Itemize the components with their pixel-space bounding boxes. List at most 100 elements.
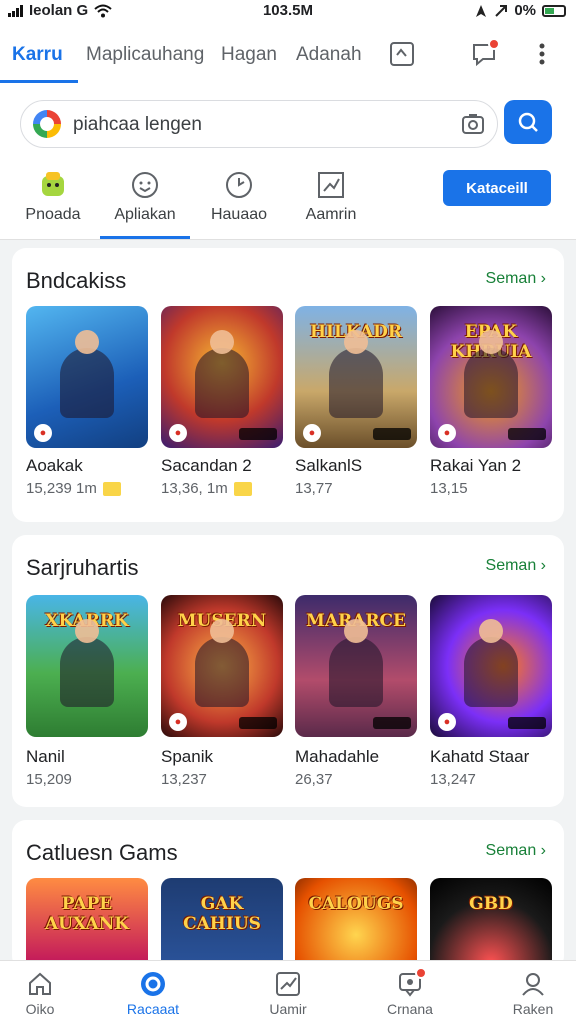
clock-icon [224, 170, 254, 200]
app-meta: 13,237 [161, 771, 207, 788]
app-tile[interactable]: CALOUGS [295, 878, 417, 970]
notification-dot [415, 967, 427, 979]
tile-artwork [464, 619, 518, 707]
tile-artwork [60, 619, 114, 707]
rating-badge-icon: ● [303, 424, 321, 442]
app-meta: 15,239 1m [26, 480, 121, 497]
rating-badge-icon: ● [438, 713, 456, 731]
location-icon [476, 4, 487, 17]
app-tile[interactable]: PAPE AUXANK [26, 878, 148, 970]
section-card: Sarjruhartis Seman › XKARRK MUSERN● MARA… [12, 535, 564, 807]
battery-percent: 0% [514, 2, 536, 19]
app-tile[interactable]: ● [430, 595, 552, 737]
tile-logo: GBD [469, 894, 513, 914]
rating-badge-icon: ● [169, 424, 187, 442]
tile-tag [373, 428, 411, 440]
tab-home[interactable]: Karru [12, 44, 63, 66]
tile-tag [508, 717, 546, 729]
see-more-link[interactable]: Seman › [486, 842, 546, 860]
app-tile[interactable]: XKARRK [26, 595, 148, 737]
signal-arrow-icon [495, 4, 508, 17]
app-tile[interactable]: ● [26, 306, 148, 448]
category-label: Apliakan [114, 206, 176, 223]
app-meta: 15,209 [26, 771, 72, 788]
ad-badge-icon [102, 482, 121, 497]
tile-artwork [60, 330, 114, 418]
app-tile[interactable]: ● [161, 306, 283, 448]
chat-icon[interactable] [470, 38, 500, 68]
app-meta: 13,77 [295, 480, 333, 497]
tile-artwork [464, 330, 518, 418]
category-games[interactable]: Hauaao [189, 170, 289, 224]
nav-label: Oiko [25, 1001, 55, 1017]
face-icon [130, 170, 160, 200]
section-title: Catluesn Gams [26, 840, 178, 865]
camera-icon[interactable] [461, 112, 485, 136]
tile-artwork [195, 330, 249, 418]
ad-badge-icon [233, 482, 252, 497]
tile-artwork [329, 330, 383, 418]
trend-icon [273, 969, 303, 999]
search-placeholder: piahcaa lengen [73, 114, 202, 135]
category-products[interactable]: Pnoada [3, 170, 103, 224]
search-button[interactable] [504, 100, 552, 144]
nav-label: Crnana [387, 1001, 433, 1017]
category-row: Pnoada Apliakan Hauaao Aamrin Kataceill [0, 156, 576, 240]
active-tab-indicator [0, 80, 78, 83]
tab-games[interactable]: Hagan [221, 44, 277, 66]
category-charts[interactable]: Aamrin [281, 170, 381, 224]
app-name: Spanik [161, 747, 213, 766]
nav-recommended[interactable]: Racaaat [98, 969, 208, 1017]
section-card: Catluesn Gams Seman › PAPE AUXANK GAK CA… [12, 820, 564, 970]
app-name: Aoakak [26, 456, 83, 475]
mascot-icon [38, 170, 68, 200]
app-name: SalkanlS [295, 456, 363, 475]
category-label: Pnoada [25, 206, 81, 223]
app-name: Rakai Yan 2 [430, 456, 522, 475]
install-button[interactable]: Kataceill [443, 170, 551, 206]
active-category-indicator [100, 236, 190, 239]
app-meta: 26,37 [295, 771, 333, 788]
tile-artwork [329, 619, 383, 707]
nav-messages[interactable]: Crnana [355, 967, 465, 1017]
category-apps[interactable]: Apliakan [95, 170, 195, 224]
section-card: Bndcakiss Seman › ● ● HILKADR● EPAK KHRU… [12, 248, 564, 522]
nav-label: Raken [512, 1001, 554, 1017]
app-name: Mahadahle [295, 747, 380, 766]
home-icon [25, 969, 55, 999]
tile-artwork [195, 619, 249, 707]
search-input[interactable]: piahcaa lengen [20, 100, 498, 148]
app-tile[interactable]: MUSERN● [161, 595, 283, 737]
section-title: Sarjruhartis [26, 555, 139, 580]
app-tile[interactable]: EPAK KHRUIA● [430, 306, 552, 448]
section-title: Bndcakiss [26, 268, 127, 293]
app-tile[interactable]: MARARCE [295, 595, 417, 737]
category-label: Hauaao [210, 206, 268, 223]
nav-charts[interactable]: Uamir [233, 969, 343, 1017]
category-label: Aamrin [305, 206, 357, 223]
app-meta: 13,15 [430, 480, 468, 497]
tab-books[interactable]: Adanah [296, 44, 362, 66]
app-tile[interactable]: HILKADR● [295, 306, 417, 448]
nav-home[interactable]: Oiko [0, 969, 95, 1017]
top-tab-bar: Karru Maplicauhang Hagan Adanah [0, 22, 576, 84]
rating-badge-icon: ● [169, 713, 187, 731]
tab-apps[interactable]: Maplicauhang [86, 44, 204, 66]
app-meta: 13,36, 1m [161, 480, 252, 497]
status-bar: Ieolan G 103.5M 0% [0, 0, 576, 22]
more-menu-icon[interactable] [528, 40, 556, 68]
app-tile[interactable]: GAK CAHIUS [161, 878, 283, 970]
battery-icon [542, 4, 566, 17]
person-icon [518, 969, 548, 999]
chart-icon [316, 170, 346, 200]
qr-scan-icon[interactable] [388, 40, 416, 68]
see-more-link[interactable]: Seman › [486, 270, 546, 288]
tile-tag [373, 717, 411, 729]
rating-badge-icon: ● [34, 424, 52, 442]
app-name: Nanil [26, 747, 65, 766]
app-tile[interactable]: GBD [430, 878, 552, 970]
nav-profile[interactable]: Raken [478, 969, 576, 1017]
tile-logo: GAK CAHIUS [183, 894, 261, 934]
rating-badge-icon: ● [438, 424, 456, 442]
see-more-link[interactable]: Seman › [486, 557, 546, 575]
